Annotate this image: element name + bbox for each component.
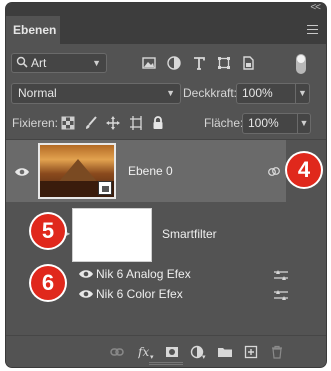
type-layer-filter-icon[interactable]: [191, 55, 207, 71]
visibility-eye-icon[interactable]: [14, 167, 30, 177]
svg-text:▾: ▾: [202, 354, 206, 359]
layer-style-fx-icon[interactable]: fx ▾: [138, 345, 156, 359]
search-icon: [16, 56, 28, 68]
smart-filter-indicator-icon[interactable]: [268, 166, 280, 177]
panel-title-strip: <<: [6, 3, 326, 16]
lock-position-move-icon[interactable]: [106, 116, 120, 130]
smart-filter-name[interactable]: Nik 6 Color Efex: [96, 287, 183, 301]
filter-blending-options-icon[interactable]: [274, 290, 288, 300]
filter-blending-options-icon[interactable]: [274, 270, 288, 280]
opacity-label: Deckkraft:: [183, 86, 238, 100]
smart-filter-name[interactable]: Nik 6 Analog Efex: [96, 267, 191, 281]
layer-filter-toggle[interactable]: [296, 54, 306, 74]
opacity-dropdown-button[interactable]: ▼: [295, 83, 310, 104]
layers-panel: << Ebenen Art ▼ Normal ▼ Deckkraft: 100%…: [6, 3, 326, 367]
svg-text:▾: ▾: [150, 354, 154, 359]
add-mask-icon[interactable]: [165, 345, 179, 359]
chevron-down-icon: ▼: [92, 58, 101, 68]
callout-badge-6: 6: [31, 266, 65, 300]
smart-filter-mask-thumbnail[interactable]: [72, 208, 152, 262]
shape-layer-filter-icon[interactable]: [216, 55, 232, 71]
screenshot-frame: << Ebenen Art ▼ Normal ▼ Deckkraft: 100%…: [0, 0, 331, 371]
tab-layers[interactable]: Ebenen: [6, 16, 60, 44]
lock-image-pixels-brush-icon[interactable]: [84, 116, 98, 130]
callout-badge-5: 5: [31, 214, 65, 248]
filter-visibility-eye-icon[interactable]: [78, 289, 94, 299]
blend-mode-select[interactable]: Normal ▼: [11, 83, 181, 104]
filter-visibility-eye-icon[interactable]: [78, 269, 94, 279]
smart-object-filter-icon[interactable]: [240, 55, 256, 71]
lock-all-icon[interactable]: [151, 116, 165, 130]
fill-label: Fläche:: [204, 116, 244, 130]
smart-filter-label[interactable]: Smartfilter: [162, 227, 217, 241]
collapse-panels-button[interactable]: <<: [310, 3, 321, 13]
lock-artboard-icon[interactable]: [130, 116, 144, 130]
chevron-down-icon: ▼: [166, 88, 175, 98]
pixel-layer-filter-icon[interactable]: [141, 55, 157, 71]
tab-bar: Ebenen: [6, 16, 326, 44]
layer-thumbnail[interactable]: [38, 143, 116, 199]
layer-filter-kind-select[interactable]: Art ▼: [11, 53, 107, 73]
lock-label: Fixieren:: [12, 116, 59, 130]
link-layers-icon[interactable]: [110, 345, 124, 359]
callout-badge-4: 4: [287, 153, 321, 187]
fill-input[interactable]: 100%: [242, 113, 298, 134]
adjustment-layer-filter-icon[interactable]: [166, 55, 182, 71]
new-layer-icon[interactable]: [244, 345, 258, 359]
lock-transparent-pixels-icon[interactable]: [61, 116, 75, 130]
panel-menu-icon[interactable]: [307, 25, 318, 34]
layer-row[interactable]: Ebene 0: [6, 140, 286, 202]
opacity-input[interactable]: 100%: [236, 83, 296, 104]
layers-bottom-toolbar: fx ▾ ▾: [6, 335, 326, 367]
new-adjustment-layer-icon[interactable]: ▾: [190, 345, 208, 359]
new-group-folder-icon[interactable]: [217, 345, 233, 359]
layer-name[interactable]: Ebene 0: [128, 164, 173, 178]
blend-mode-value: Normal: [18, 86, 57, 100]
panel-resize-grip[interactable]: [149, 362, 183, 365]
filter-kind-value: Art: [31, 56, 47, 70]
delete-layer-trash-icon[interactable]: [270, 345, 284, 359]
svg-text:fx: fx: [138, 345, 149, 359]
smart-object-badge-icon: [98, 181, 112, 195]
fill-dropdown-button[interactable]: ▼: [297, 113, 311, 134]
